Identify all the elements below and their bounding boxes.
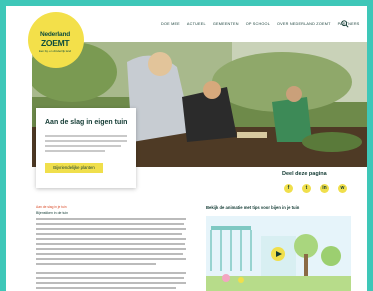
- search-icon[interactable]: [341, 20, 349, 28]
- nav-item-actueel[interactable]: ACTUEEL: [187, 22, 206, 26]
- article-text-line: [36, 243, 185, 245]
- hero-text-line: [45, 135, 127, 138]
- bijvriendelijke-planten-button[interactable]: Bijvriendelijke planten: [45, 163, 103, 173]
- logo-line1: Nederland: [40, 31, 70, 38]
- whatsapp-icon[interactable]: w: [338, 184, 347, 193]
- page-frame: Nederland ZOEMT Een bij- en vlinderrijk …: [6, 6, 367, 291]
- hero-title: Aan de slag in eigen tuin: [45, 119, 128, 126]
- share-buttons: f t in w: [284, 184, 356, 193]
- article-text-line: [36, 277, 184, 279]
- hero-text-line: [45, 150, 105, 153]
- animation-video[interactable]: [206, 216, 351, 291]
- article-text-line: [36, 233, 182, 235]
- article-text-line: [36, 218, 186, 220]
- article-text-line: [36, 272, 186, 274]
- article-text-line: [36, 228, 186, 230]
- video-title: Bekijk de animatie met tips voor bijen i…: [206, 205, 300, 210]
- article-text-line: [36, 258, 186, 260]
- hero-text-line: [45, 145, 121, 148]
- article-text-line: [36, 282, 186, 284]
- article-text-line: [36, 253, 183, 255]
- article-tag: Aan de slag in je tuin: [36, 205, 67, 209]
- article-text-line: [36, 238, 186, 240]
- article-text-line: [36, 248, 186, 250]
- linkedin-icon[interactable]: in: [320, 184, 329, 193]
- main-nav: DOE MEE ACTUEEL GEMEENTEN OP SCHOOL OVER…: [161, 22, 367, 26]
- article-subtitle: Bijenstiken in de tuin: [36, 211, 69, 215]
- facebook-icon[interactable]: f: [284, 184, 293, 193]
- share-title: Deel deze pagina: [282, 171, 327, 177]
- nederland-zoemt-logo[interactable]: Nederland ZOEMT Een bij- en vlinderrijk …: [30, 14, 82, 66]
- logo-tagline: Een bij- en vlinderrijk land: [39, 49, 72, 53]
- nav-item-op-school[interactable]: OP SCHOOL: [246, 22, 270, 26]
- article-text-line: [36, 287, 176, 289]
- nav-item-gemeenten[interactable]: GEMEENTEN: [213, 22, 239, 26]
- logo-line2: ZOEMT: [41, 38, 70, 48]
- twitter-icon[interactable]: t: [302, 184, 311, 193]
- hero-text-line: [45, 140, 127, 143]
- article-text-line: [36, 263, 156, 265]
- article-text-line: [36, 223, 184, 225]
- nav-item-over[interactable]: OVER NEDERLAND ZOEMT: [277, 22, 331, 26]
- nav-item-doe-mee[interactable]: DOE MEE: [161, 22, 180, 26]
- hero-card: Aan de slag in eigen tuin Bijvriendelijk…: [36, 108, 136, 188]
